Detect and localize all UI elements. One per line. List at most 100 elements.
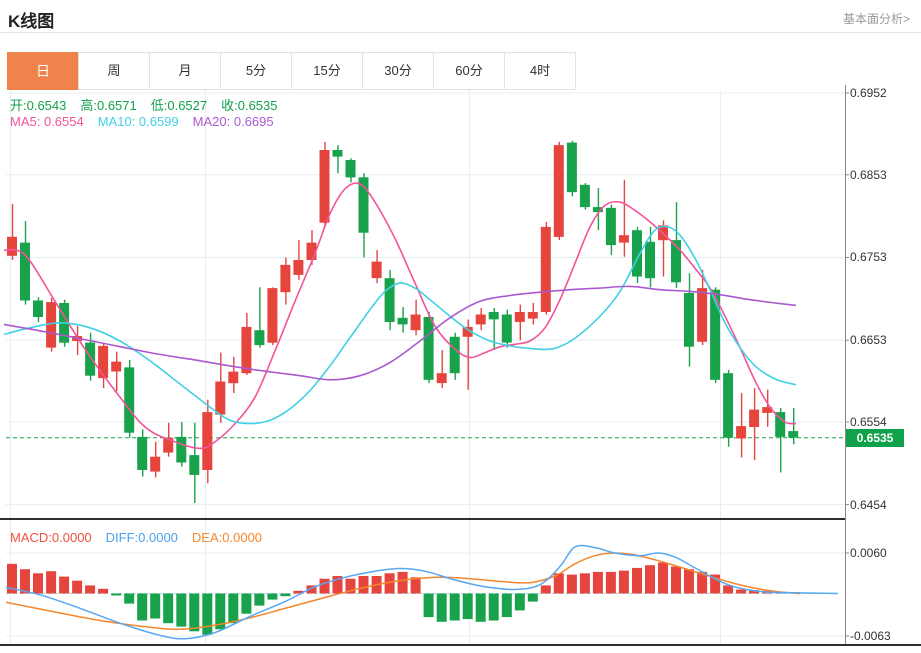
candle-body xyxy=(410,314,421,331)
macd-bar xyxy=(592,571,603,594)
candle-body xyxy=(319,150,330,223)
candle-body xyxy=(189,455,200,475)
legend-item-MA5: MA5: 0.6554 xyxy=(10,114,84,129)
candle-body xyxy=(397,317,408,325)
price-axis-tick-label: 0.6952 xyxy=(850,86,887,100)
candle-body xyxy=(137,436,148,470)
macd-bar xyxy=(684,569,694,594)
current-price-tag: 0.6535 xyxy=(846,428,904,447)
macd-bar xyxy=(33,573,43,594)
candle-body xyxy=(280,264,291,293)
macd-bar xyxy=(189,593,200,632)
macd-bar xyxy=(280,593,291,597)
legend-item-MA10: MA10: 0.6599 xyxy=(97,114,179,129)
candle-body xyxy=(85,342,96,376)
macd-bar xyxy=(632,567,642,594)
macd-bar xyxy=(605,571,616,594)
candle-body xyxy=(202,412,213,470)
candle-body xyxy=(514,312,525,322)
candle-body xyxy=(684,293,694,347)
macd-bar xyxy=(436,593,447,622)
candle-body xyxy=(540,226,551,312)
candle-body xyxy=(618,235,629,243)
candle-body xyxy=(449,336,460,374)
legend-item-低: 低:0.6527 xyxy=(150,98,208,113)
candle-body xyxy=(124,367,135,433)
price-axis-tick-label: 0.6653 xyxy=(850,333,887,348)
macd-bar xyxy=(241,593,252,614)
chart-area: 开:0.6543 高:0.6571 低:0.6527 收:0.6535 MA5: 0.… xyxy=(0,0,921,653)
macd-axis-tick-label: -0.0063 xyxy=(850,629,891,643)
price-axis-tick-label: 0.6454 xyxy=(850,497,887,512)
macd-bar xyxy=(514,593,525,611)
price-axis-tick-label: 0.6554 xyxy=(850,414,887,429)
candle-body xyxy=(566,142,577,193)
candle-body xyxy=(176,436,187,463)
candle-body xyxy=(371,261,382,279)
candle-body xyxy=(488,312,499,320)
macd-bar xyxy=(501,593,512,618)
candle-body xyxy=(241,326,252,374)
macd-bar xyxy=(540,585,551,594)
macd-bar xyxy=(658,562,668,594)
macd-bar xyxy=(111,593,122,596)
macd-bar xyxy=(671,566,681,594)
candle-body xyxy=(228,371,239,384)
macd-bar xyxy=(397,571,408,594)
macd-bar xyxy=(59,576,70,594)
candle-body xyxy=(645,241,655,279)
legend-item-高: 高:0.6571 xyxy=(80,98,137,113)
macd-bar xyxy=(98,588,109,594)
macd-bar xyxy=(579,573,590,594)
macd-bar xyxy=(137,593,148,621)
candle-body xyxy=(215,381,226,415)
macd-bar xyxy=(124,593,135,604)
legend-item-DEA: DEA:0.0000 xyxy=(191,530,263,545)
macd-bar xyxy=(176,593,187,627)
macd-bar xyxy=(475,593,486,622)
candle-body xyxy=(788,431,799,438)
macd-bar xyxy=(462,593,473,620)
macd-bar xyxy=(736,589,747,594)
candle-body xyxy=(436,373,447,384)
ohlc-legend: 开:0.6543 高:0.6571 低:0.6527 收:0.6535 xyxy=(10,95,292,114)
candle-body xyxy=(475,314,486,325)
macd-bar xyxy=(488,593,499,621)
macd-bar xyxy=(423,593,434,618)
price-axis-tick-label: 0.6753 xyxy=(850,250,887,265)
macd-bar xyxy=(645,565,655,594)
candle-body xyxy=(423,317,434,380)
macd-bar xyxy=(85,585,96,594)
ma20-line xyxy=(3,285,797,381)
macd-bar xyxy=(319,578,330,594)
candle-body xyxy=(749,409,760,427)
candle-body xyxy=(98,345,109,379)
candle-body xyxy=(736,426,747,439)
candle-body xyxy=(579,184,590,208)
macd-bar xyxy=(163,593,174,624)
legend-item-开: 开:0.6543 xyxy=(10,98,67,113)
candle-body xyxy=(345,160,356,178)
candle-body xyxy=(553,145,564,237)
macd-bar xyxy=(72,580,83,594)
macd-bar xyxy=(202,593,213,635)
candle-body xyxy=(697,288,708,342)
macd-bar xyxy=(618,570,629,594)
legend-item-收: 收:0.6535 xyxy=(221,98,278,113)
legend-item-MA20: MA20: 0.6695 xyxy=(192,114,274,129)
macd-bar xyxy=(46,571,57,594)
macd-bar xyxy=(150,593,161,619)
macd-bar xyxy=(449,593,460,621)
legend-item-MACD: MACD:0.0000 xyxy=(10,530,92,545)
macd-legend: MACD:0.0000 DIFF:0.0000 DEA:0.0000 xyxy=(10,530,276,545)
candle-body xyxy=(605,207,616,246)
candle-body xyxy=(267,288,278,343)
candle-body xyxy=(527,312,538,319)
kline-module: K线图 基本面分析> 日周月 5分 15分 30分 60分 4时 开:0.6543 高:0.… xyxy=(0,0,921,653)
legend-item-DIFF: DIFF:0.0000 xyxy=(105,530,178,545)
candle-body xyxy=(332,150,343,157)
candle-body xyxy=(293,260,304,275)
candle-body xyxy=(150,456,161,472)
macd-bar xyxy=(267,593,278,600)
candle-body xyxy=(254,330,265,346)
